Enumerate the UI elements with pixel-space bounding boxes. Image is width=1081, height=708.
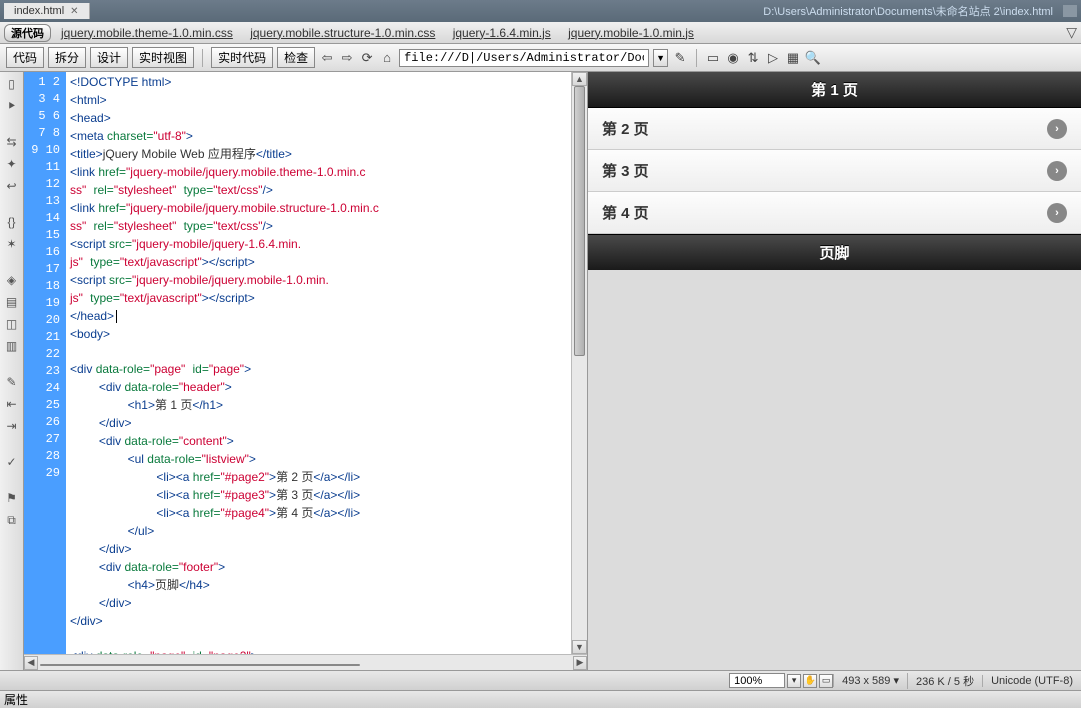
url-dropdown-icon[interactable]: ▼ — [653, 49, 668, 67]
restore-icon[interactable] — [1063, 5, 1077, 17]
mobile-page-footer: 页脚 — [588, 234, 1081, 270]
chevron-right-icon: › — [1047, 203, 1067, 223]
code-toolbar-vertical: ▯ ⯈ ⇆ ✦ ↩ {} ✶ ◈ ▤ ◫ ▥ ✎ ⇤ ⇥ ✓ ⚑ ⧉ — [0, 72, 24, 670]
list-item[interactable]: 第 3 页 › — [588, 150, 1081, 192]
line-numbers-icon[interactable]: ⇆ — [4, 134, 20, 150]
status-bar: ▾ ✋ ▭ 493 x 589 ▾ 236 K / 5 秒 Unicode (U… — [0, 670, 1081, 690]
balance-braces-icon[interactable]: ✓ — [4, 454, 20, 470]
close-icon[interactable]: ✕ — [70, 6, 78, 17]
related-files: jquery.mobile.theme-1.0.min.css jquery.m… — [61, 26, 708, 40]
select-tool-icon[interactable]: ▭ — [819, 674, 833, 688]
properties-panel-header[interactable]: 属性 — [0, 690, 1081, 708]
visual-aids-icon[interactable]: ▷ — [765, 50, 781, 66]
inspect-button[interactable]: 检查 — [277, 47, 315, 68]
move-css-icon[interactable]: ◫ — [4, 316, 20, 332]
reference-icon[interactable]: ⧉ — [4, 512, 20, 528]
code-view-button[interactable]: 代码 — [6, 47, 44, 68]
horizontal-scrollbar[interactable]: ◀ ▶ — [24, 654, 587, 670]
list-item[interactable]: 第 2 页 › — [588, 108, 1081, 150]
zoom-dropdown-icon[interactable]: ▾ — [787, 674, 801, 688]
related-file-link[interactable]: jquery.mobile.structure-1.0.min.css — [250, 26, 435, 40]
scroll-right-icon[interactable]: ▶ — [573, 656, 587, 670]
apply-comment-icon[interactable]: {} — [4, 214, 20, 230]
mobile-listview: 第 2 页 › 第 3 页 › 第 4 页 › — [588, 108, 1081, 234]
syntax-error-icon[interactable]: ⚑ — [4, 490, 20, 506]
collapse-icon[interactable]: ⯈ — [4, 98, 20, 114]
source-files-bar: 源代码 jquery.mobile.theme-1.0.min.css jque… — [0, 22, 1081, 44]
properties-label: 属性 — [4, 691, 28, 708]
live-view-button[interactable]: 实时视图 — [132, 47, 194, 68]
outdent-icon[interactable]: ⇤ — [4, 396, 20, 412]
scroll-up-icon[interactable]: ▲ — [572, 72, 587, 86]
search-icon[interactable]: 🔍 — [805, 50, 821, 66]
split-view-button[interactable]: 拆分 — [48, 47, 86, 68]
remove-comment-icon[interactable]: ✶ — [4, 236, 20, 252]
list-item[interactable]: 第 4 页 › — [588, 192, 1081, 234]
design-view-button[interactable]: 设计 — [90, 47, 128, 68]
mobile-page-header: 第 1 页 — [588, 72, 1081, 108]
document-tab[interactable]: index.html ✕ — [4, 3, 90, 19]
tab-label: index.html — [14, 5, 64, 17]
back-icon[interactable]: ⇦ — [319, 50, 335, 66]
globe-icon[interactable]: ◉ — [725, 50, 741, 66]
encoding-label[interactable]: Unicode (UTF-8) — [982, 675, 1081, 687]
indent-icon[interactable]: ▥ — [4, 338, 20, 354]
size-time-label: 236 K / 5 秒 — [907, 673, 982, 689]
upload-icon[interactable]: ⇅ — [745, 50, 761, 66]
address-input[interactable] — [399, 49, 649, 67]
view-toolbar: 代码 拆分 设计 实时视图 实时代码 检查 ⇦ ⇨ ⟳ ⌂ ▼ ✎ ▭ ◉ ⇅ … — [0, 44, 1081, 72]
chevron-right-icon: › — [1047, 161, 1067, 181]
hand-tool-icon[interactable]: ✋ — [803, 674, 817, 688]
scroll-down-icon[interactable]: ▼ — [572, 640, 587, 654]
preview-pane: 第 1 页 第 2 页 › 第 3 页 › 第 4 页 › 页脚 — [588, 72, 1081, 670]
live-code-button[interactable]: 实时代码 — [211, 47, 273, 68]
filter-icon[interactable]: ▽ — [1066, 24, 1077, 41]
list-item-label: 第 2 页 — [602, 118, 649, 139]
wrap-tag-icon[interactable]: ◈ — [4, 272, 20, 288]
scroll-thumb-h[interactable] — [40, 664, 360, 666]
home-icon[interactable]: ⌂ — [379, 50, 395, 66]
bookmark-icon[interactable]: ✎ — [672, 50, 688, 66]
ruler-icon[interactable]: ▦ — [785, 50, 801, 66]
highlight-icon[interactable]: ✦ — [4, 156, 20, 172]
dimensions-label[interactable]: 493 x 589 ▾ — [833, 674, 907, 687]
scroll-thumb[interactable] — [574, 86, 585, 356]
word-wrap-icon[interactable]: ↩ — [4, 178, 20, 194]
forward-icon[interactable]: ⇨ — [339, 50, 355, 66]
open-documents-icon[interactable]: ▯ — [4, 76, 20, 92]
indent-right-icon[interactable]: ⇥ — [4, 418, 20, 434]
list-item-label: 第 4 页 — [602, 202, 649, 223]
refresh-icon[interactable]: ⟳ — [359, 50, 375, 66]
zoom-input[interactable] — [729, 673, 785, 688]
main-area: ▯ ⯈ ⇆ ✦ ↩ {} ✶ ◈ ▤ ◫ ▥ ✎ ⇤ ⇥ ✓ ⚑ ⧉ 1 2 3… — [0, 72, 1081, 670]
related-file-link[interactable]: jquery-1.6.4.min.js — [453, 26, 551, 40]
code-pane: 1 2 3 4 5 6 7 8 9 10 11 12 13 14 15 16 1… — [24, 72, 588, 670]
screen-icon[interactable]: ▭ — [705, 50, 721, 66]
title-bar: index.html ✕ D:\Users\Administrator\Docu… — [0, 0, 1081, 22]
vertical-scrollbar[interactable]: ▲ ▼ — [571, 72, 587, 654]
source-code-button[interactable]: 源代码 — [4, 24, 51, 42]
scroll-left-icon[interactable]: ◀ — [24, 656, 38, 670]
related-file-link[interactable]: jquery.mobile.theme-1.0.min.css — [61, 26, 233, 40]
format-source-icon[interactable]: ✎ — [4, 374, 20, 390]
recent-snippets-icon[interactable]: ▤ — [4, 294, 20, 310]
document-path: D:\Users\Administrator\Documents\未命名站点 2… — [763, 3, 1053, 19]
line-number-gutter: 1 2 3 4 5 6 7 8 9 10 11 12 13 14 15 16 1… — [24, 72, 66, 654]
code-editor[interactable]: <!DOCTYPE html> <html> <head> <meta char… — [66, 72, 571, 654]
related-file-link[interactable]: jquery.mobile-1.0.min.js — [568, 26, 694, 40]
list-item-label: 第 3 页 — [602, 160, 649, 181]
chevron-right-icon: › — [1047, 119, 1067, 139]
